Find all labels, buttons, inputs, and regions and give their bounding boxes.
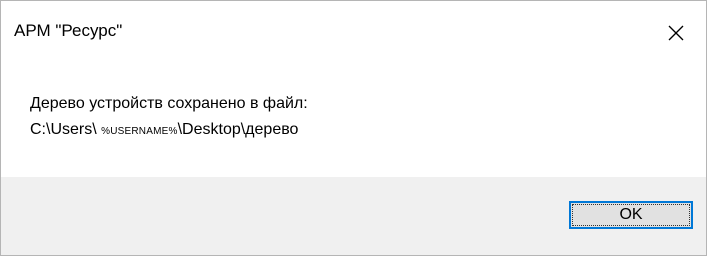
button-bar: OK	[1, 177, 706, 255]
close-button[interactable]	[646, 1, 706, 61]
path-suffix: \Desktop\дерево	[177, 121, 299, 138]
message-dialog: АРМ "Ресурс" Дерево устройств сохранено …	[0, 0, 707, 256]
path-prefix: C:\Users\	[30, 121, 102, 138]
username-variable: %USERNAME%	[101, 126, 178, 137]
title-bar: АРМ "Ресурс"	[1, 1, 706, 61]
dialog-title: АРМ "Ресурс"	[14, 21, 123, 40]
ok-button[interactable]: OK	[569, 201, 693, 229]
file-path: C:\Users\ %USERNAME%\Desktop\дерево	[30, 120, 298, 142]
message-text: Дерево устройств сохранено в файл:	[30, 95, 308, 112]
message-area: Дерево устройств сохранено в файл: C:\Us…	[1, 61, 706, 177]
close-icon	[668, 25, 684, 41]
